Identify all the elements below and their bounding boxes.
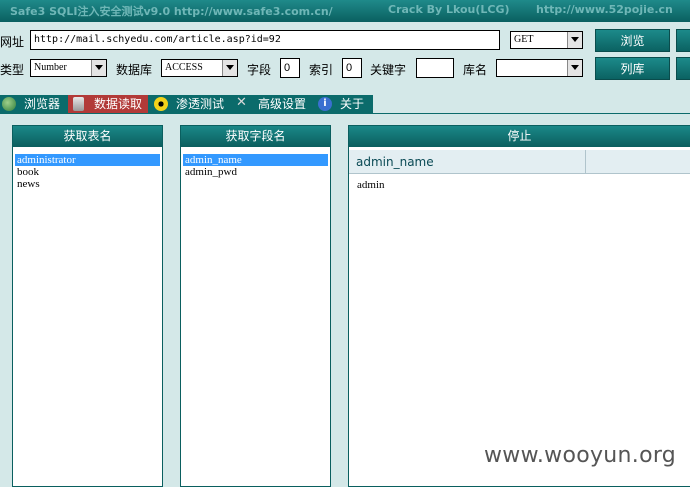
keyword-input[interactable]	[416, 58, 454, 78]
method-select[interactable]: GET	[510, 31, 583, 49]
tab-pentest-label: 渗透测试	[176, 97, 225, 111]
tools-icon: ✕	[236, 95, 247, 110]
chevron-down-icon	[567, 60, 582, 76]
keyword-label: 关键字	[370, 63, 407, 77]
title-bar: Safe3 SQLI注入安全测试v9.0 http://www.safe3.co…	[0, 0, 690, 22]
table-cell[interactable]: admin	[355, 179, 385, 191]
list-item[interactable]: admin_name	[183, 154, 328, 166]
extra-button-top[interactable]	[676, 29, 690, 52]
tables-list[interactable]: administrator book news	[13, 150, 162, 194]
type-select[interactable]: Number	[30, 59, 107, 77]
list-item[interactable]: administrator	[15, 154, 160, 166]
chevron-down-icon	[222, 60, 237, 76]
list-item[interactable]: admin_pwd	[183, 166, 328, 178]
info-icon: i	[318, 97, 332, 111]
database-icon	[73, 97, 84, 111]
chevron-down-icon	[567, 32, 582, 48]
url-input[interactable]: http://mail.schyedu.com/article.asp?id=9…	[30, 30, 500, 50]
column-header-empty	[586, 150, 690, 174]
tab-data-read-label: 数据读取	[94, 97, 143, 111]
column-header-admin-name[interactable]: admin_name	[349, 150, 586, 174]
type-label: 类型	[0, 63, 25, 77]
title-text-crack: Crack By Lkou(LCG)	[388, 3, 510, 16]
watermark-text: www.wooyun.org	[484, 443, 677, 468]
chevron-down-icon	[91, 60, 106, 76]
fields-panel: 获取字段名 admin_name admin_pwd	[180, 125, 331, 487]
field-input[interactable]: 0	[280, 58, 300, 78]
fields-list[interactable]: admin_name admin_pwd	[181, 150, 330, 182]
get-fields-button[interactable]: 获取字段名	[181, 126, 330, 147]
db-select-value: ACCESS	[165, 62, 203, 73]
db-label: 数据库	[116, 63, 153, 77]
globe-icon	[2, 97, 16, 111]
tab-about-label: 关于	[340, 97, 365, 111]
index-label: 索引	[309, 63, 334, 77]
browse-button[interactable]: 浏览	[595, 29, 670, 52]
get-tables-button[interactable]: 获取表名	[13, 126, 162, 147]
radiation-icon	[154, 97, 168, 111]
list-item[interactable]: book	[15, 166, 160, 178]
dbname-label: 库名	[463, 63, 488, 77]
tables-panel: 获取表名 administrator book news	[12, 125, 163, 487]
tab-advanced-label: 高级设置	[258, 97, 307, 111]
tab-pentest[interactable]: 渗透测试	[152, 95, 232, 113]
tab-divider	[0, 113, 690, 114]
url-label: 网址	[0, 35, 25, 49]
tab-about[interactable]: i 关于	[316, 95, 373, 113]
type-select-value: Number	[34, 62, 67, 73]
tab-advanced[interactable]: ✕ 高级设置	[234, 95, 314, 113]
tab-browser-label: 浏览器	[24, 97, 61, 111]
list-item[interactable]: news	[15, 178, 160, 190]
index-input[interactable]: 0	[342, 58, 362, 78]
title-text-main: Safe3 SQLI注入安全测试v9.0 http://www.safe3.co…	[10, 5, 333, 18]
stop-button[interactable]: 停止	[349, 126, 690, 147]
results-panel: 停止 admin_name admin	[348, 125, 690, 487]
extra-button-bottom[interactable]	[676, 57, 690, 80]
db-select[interactable]: ACCESS	[161, 59, 238, 77]
tab-browser[interactable]: 浏览器	[0, 95, 66, 113]
field-label: 字段	[247, 63, 272, 77]
tab-bar: 浏览器 数据读取 渗透测试 ✕ 高级设置 i 关于	[0, 95, 373, 113]
list-db-button[interactable]: 列库	[595, 57, 670, 80]
method-select-value: GET	[514, 34, 534, 45]
dbname-select[interactable]	[496, 59, 583, 77]
title-text-site: http://www.52pojie.cn	[536, 3, 673, 16]
tab-data-read[interactable]: 数据读取	[68, 95, 148, 113]
